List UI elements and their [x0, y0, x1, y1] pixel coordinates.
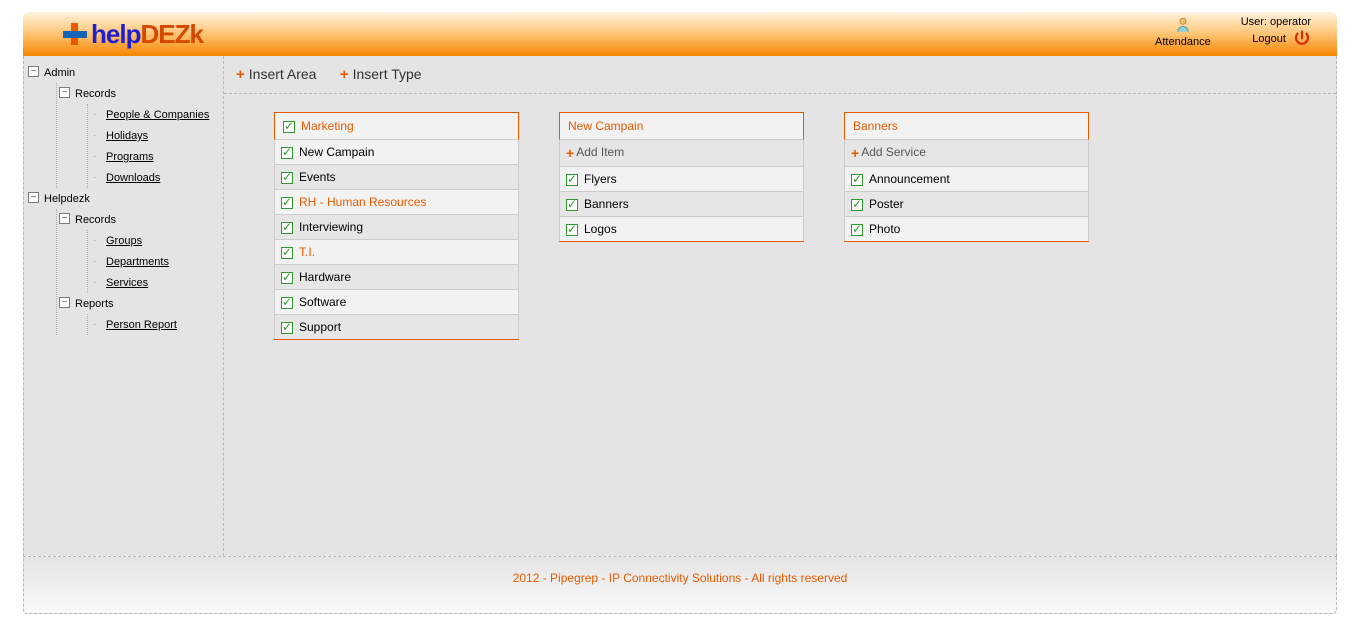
logo-text-help: help — [91, 19, 140, 49]
checkbox-checked-icon[interactable] — [281, 147, 293, 159]
checkbox-checked-icon[interactable] — [851, 199, 863, 211]
logout-label: Logout — [1252, 33, 1286, 45]
nav-sidebar: −Admin−Records·People & Companies·Holida… — [24, 56, 224, 556]
plus-icon: + — [851, 145, 859, 161]
nav-group-reports: Reports — [75, 298, 114, 310]
checkbox-checked-icon[interactable] — [851, 224, 863, 236]
attendance-label: Attendance — [1155, 36, 1211, 48]
tree-leaf-dot-icon: · — [93, 238, 98, 243]
tree-toggle[interactable]: − — [59, 87, 70, 98]
nav-group-admin: Admin — [44, 67, 75, 79]
tree-leaf-dot-icon: · — [93, 154, 98, 159]
area-item-software[interactable]: Software — [275, 290, 519, 315]
action-toolbar: +Insert Area +Insert Type — [224, 56, 1336, 94]
plus-icon: + — [236, 66, 245, 83]
current-user-label: User: operator — [1241, 16, 1311, 28]
checkbox-checked-icon[interactable] — [281, 222, 293, 234]
area-item-new-campain[interactable]: New Campain — [275, 140, 519, 165]
areas-panel: MarketingNew CampainEventsRH - Human Res… — [274, 112, 519, 340]
logout-button[interactable]: Logout — [1252, 30, 1311, 48]
checkbox-checked-icon[interactable] — [566, 199, 578, 211]
area-item-support[interactable]: Support — [275, 315, 519, 340]
checkbox-checked-icon[interactable] — [281, 197, 293, 209]
area-item-t-i-[interactable]: T.I. — [275, 240, 519, 265]
brand-logo: helpDEZk — [63, 19, 203, 50]
service-item-poster[interactable]: Poster — [845, 192, 1089, 217]
attendance-button[interactable]: Attendance — [1155, 16, 1211, 48]
checkbox-checked-icon[interactable] — [851, 174, 863, 186]
service-item-announcement[interactable]: Announcement — [845, 167, 1089, 192]
tree-leaf-dot-icon: · — [93, 322, 98, 327]
areas-panel-header[interactable]: Marketing — [274, 112, 519, 140]
area-item-interviewing[interactable]: Interviewing — [275, 215, 519, 240]
main-header: helpDEZk Attendance User: operator Logou… — [23, 12, 1337, 56]
nav-link-departments[interactable]: Departments — [106, 256, 169, 268]
main-content: +Insert Area +Insert Type MarketingNew C… — [224, 56, 1336, 556]
plus-icon: + — [340, 66, 349, 83]
logo-cross-icon — [63, 23, 87, 45]
area-item-events[interactable]: Events — [275, 165, 519, 190]
tree-leaf-dot-icon: · — [93, 112, 98, 117]
types-panel: New Campain+Add ItemFlyersBannersLogos — [559, 112, 804, 340]
logo-text-dezk: DEZk — [140, 19, 202, 49]
checkbox-checked-icon[interactable] — [566, 174, 578, 186]
type-item-logos[interactable]: Logos — [560, 217, 804, 242]
type-panel-header: New Campain — [559, 112, 804, 140]
tree-leaf-dot-icon: · — [93, 133, 98, 138]
area-item-rh-human-resources[interactable]: RH - Human Resources — [275, 190, 519, 215]
tree-toggle[interactable]: − — [59, 297, 70, 308]
tree-leaf-dot-icon: · — [93, 175, 98, 180]
service-add-button[interactable]: +Add Service — [845, 140, 1089, 167]
nav-link-people-companies[interactable]: People & Companies — [106, 109, 209, 121]
nav-link-downloads[interactable]: Downloads — [106, 172, 160, 184]
type-item-banners[interactable]: Banners — [560, 192, 804, 217]
footer-text: 2012 - Pipegrep - IP Connectivity Soluti… — [513, 571, 848, 585]
tree-leaf-dot-icon: · — [93, 259, 98, 264]
tree-toggle[interactable]: − — [59, 213, 70, 224]
tree-toggle[interactable]: − — [28, 66, 39, 77]
checkbox-checked-icon[interactable] — [281, 247, 293, 259]
checkbox-checked-icon[interactable] — [283, 121, 295, 133]
type-add-button[interactable]: +Add Item — [560, 140, 804, 167]
services-panel: Banners+Add ServiceAnnouncementPosterPho… — [844, 112, 1089, 340]
checkbox-checked-icon[interactable] — [281, 322, 293, 334]
checkbox-checked-icon[interactable] — [281, 272, 293, 284]
checkbox-checked-icon[interactable] — [566, 224, 578, 236]
tree-leaf-dot-icon: · — [93, 280, 98, 285]
nav-link-groups[interactable]: Groups — [106, 235, 142, 247]
power-icon — [1293, 30, 1311, 48]
nav-group-records: Records — [75, 88, 116, 100]
insert-area-button[interactable]: +Insert Area — [236, 66, 316, 83]
service-panel-header: Banners — [844, 112, 1089, 140]
checkbox-checked-icon[interactable] — [281, 172, 293, 184]
attendance-icon — [1174, 16, 1192, 34]
type-item-flyers[interactable]: Flyers — [560, 167, 804, 192]
nav-link-person-report[interactable]: Person Report — [106, 319, 177, 331]
nav-group-records: Records — [75, 214, 116, 226]
plus-icon: + — [566, 145, 574, 161]
nav-link-services[interactable]: Services — [106, 277, 148, 289]
area-item-hardware[interactable]: Hardware — [275, 265, 519, 290]
nav-link-programs[interactable]: Programs — [106, 151, 154, 163]
page-footer: 2012 - Pipegrep - IP Connectivity Soluti… — [23, 556, 1337, 614]
nav-link-holidays[interactable]: Holidays — [106, 130, 148, 142]
tree-toggle[interactable]: − — [28, 192, 39, 203]
insert-type-button[interactable]: +Insert Type — [340, 66, 422, 83]
service-item-photo[interactable]: Photo — [845, 217, 1089, 242]
nav-group-helpdezk: Helpdezk — [44, 193, 90, 205]
checkbox-checked-icon[interactable] — [281, 297, 293, 309]
